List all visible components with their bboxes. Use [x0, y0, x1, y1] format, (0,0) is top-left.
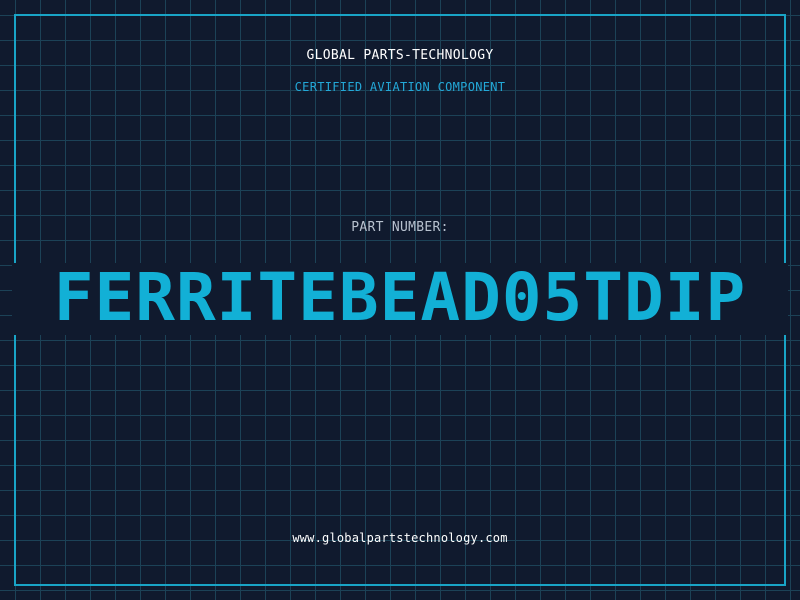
- certification-subtitle: CERTIFIED AVIATION COMPONENT: [294, 80, 506, 94]
- website-url: www.globalpartstechnology.com: [292, 531, 508, 545]
- company-name: GLOBAL PARTS-TECHNOLOGY: [306, 48, 494, 63]
- part-number-value: FERRITEBEAD05TDIP: [53, 259, 747, 336]
- part-number-label: PART NUMBER:: [351, 220, 449, 235]
- certificate-page: GLOBAL PARTS-TECHNOLOGY CERTIFIED AVIATI…: [0, 0, 800, 600]
